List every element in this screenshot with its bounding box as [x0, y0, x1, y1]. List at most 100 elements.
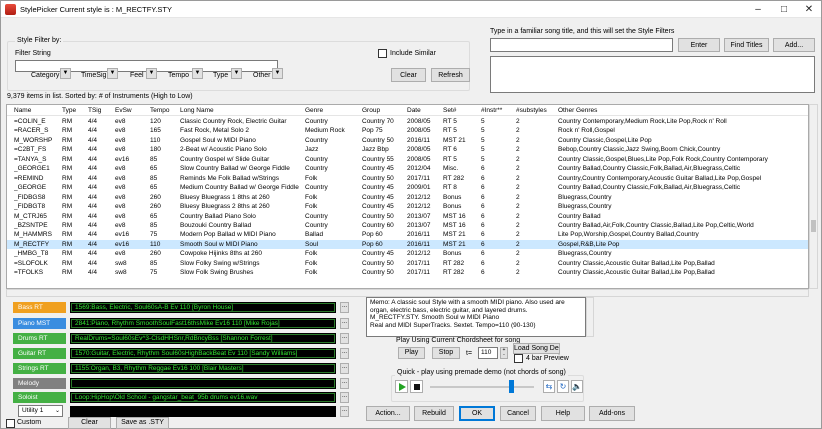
ok-button[interactable]: OK [459, 406, 495, 421]
tempo-dropdown[interactable]: ▼ [192, 68, 203, 79]
vertical-scroll-thumb[interactable] [811, 220, 816, 232]
cancel-button[interactable]: Cancel [500, 406, 536, 421]
col-long-name[interactable]: Long Name [180, 107, 214, 114]
table-row[interactable]: _BZSNTPE RM 4/4 ev8 85 Bouzouki Country Balla… [7, 221, 808, 230]
track-more-button[interactable]: ... [340, 318, 349, 329]
table-row[interactable]: _HMBG_T8 RM 4/4 ev8 260 Cowpoke Hijinks 8ths … [7, 249, 808, 258]
col-other-genres[interactable]: Other Genres [558, 107, 597, 114]
track-more-button[interactable]: ... [340, 392, 349, 403]
table-row[interactable]: =TFOLKS RM 4/4 sw8 75 Slow Folk Swing Brushes… [7, 268, 808, 277]
restart-icon[interactable]: ↻ [557, 380, 569, 393]
track-name[interactable]: Soloist [13, 392, 66, 403]
memo-scrollbar[interactable] [586, 297, 594, 337]
minimize-icon[interactable]: – [745, 1, 771, 18]
filter-clear-button[interactable]: Clear [391, 68, 426, 82]
table-horizontal-scrollbar[interactable] [6, 289, 809, 297]
save-as-sty-button[interactable]: Save as .STY [116, 417, 169, 429]
col-substyles[interactable]: #substyles [516, 107, 547, 114]
table-row[interactable]: _FIDBGT8 RM 4/4 ev8 260 Bluesy Bluegrass 2 8t… [7, 202, 808, 211]
table-row[interactable]: _GEORGE1 RM 4/4 ev8 65 Slow Country Ballad w/… [7, 164, 808, 173]
tempo-input[interactable]: 110 [478, 347, 498, 359]
col-evsw[interactable]: EvSw [115, 107, 132, 114]
col-instr[interactable]: #Instr** [481, 107, 502, 114]
enter-button[interactable]: Enter [678, 38, 720, 52]
four-bar-preview-checkbox[interactable] [514, 354, 523, 363]
col-group[interactable]: Group [362, 107, 380, 114]
table-header: Name Type TSig EvSw Tempo Long Name Genr… [7, 105, 808, 116]
track-more-button[interactable]: ... [340, 363, 349, 374]
play-button[interactable]: Play [398, 347, 425, 359]
table-row[interactable]: =SLOFOLK RM 4/4 sw8 85 Slow Folky Swing w/Str… [7, 259, 808, 268]
action-button[interactable]: Action... [366, 406, 410, 421]
col-tempo[interactable]: Tempo [150, 107, 170, 114]
track-name[interactable]: Drums RT [13, 333, 66, 344]
track-assignment[interactable]: 1569:Bass, Electric, Soul60sA-B Ev 110 [… [70, 302, 336, 313]
quick-play-icon[interactable] [395, 380, 408, 393]
col-name[interactable]: Name [14, 107, 31, 114]
track-assignment[interactable]: 1155:Organ, B3, Rhythm Reggae Ev16 100 [… [70, 363, 336, 374]
tempo-spinner[interactable]: + - [500, 347, 508, 359]
custom-checkbox[interactable] [6, 419, 15, 428]
table-row[interactable]: _GEORGE RM 4/4 ev8 65 Medium Country Ballad w… [7, 183, 808, 192]
utility-more-button[interactable]: ... [340, 406, 349, 417]
include-similar-checkbox[interactable] [378, 49, 387, 58]
table-row[interactable]: M_RECTFY RM 4/4 ev16 110 Smooth Soul w MIDI P… [7, 239, 808, 249]
cell-type: RM [62, 155, 73, 163]
track-assignment[interactable]: 2841:Piano, Rhythm SmoothSoulFast16thsMi… [70, 318, 336, 329]
find-titles-button[interactable]: Find Titles [724, 38, 769, 52]
table-row[interactable]: =C2BT_FS RM 4/4 ev8 180 2-Beat w/ Acoustic Pi… [7, 145, 808, 154]
track-name[interactable]: Melody [13, 378, 66, 389]
styles-table[interactable]: Name Type TSig EvSw Tempo Long Name Genr… [6, 104, 809, 289]
maximize-icon[interactable]: □ [771, 1, 797, 18]
add-button[interactable]: Add... [773, 38, 815, 52]
table-row[interactable]: M_HAMMRS RM 4/4 ev16 75 Modern Pop Ballad w M… [7, 230, 808, 239]
tracks-clear-button[interactable]: Clear [68, 417, 111, 429]
col-genre[interactable]: Genre [305, 107, 323, 114]
help-button[interactable]: Help [541, 406, 585, 421]
quick-stop-icon[interactable] [410, 380, 423, 393]
track-more-button[interactable]: ... [340, 333, 349, 344]
table-row[interactable]: _FIDBGS8 RM 4/4 ev8 260 Bluesy Bluegrass 1 8t… [7, 193, 808, 202]
table-vertical-scrollbar[interactable] [809, 104, 818, 289]
table-row[interactable]: =REMIND RM 4/4 ev8 85 Reminds Me Folk Ballad … [7, 174, 808, 183]
filter-refresh-button[interactable]: Refresh [431, 68, 470, 82]
loop-icon[interactable]: ⇆ [543, 380, 555, 393]
song-title-input[interactable] [490, 38, 673, 52]
quick-progress-thumb[interactable] [509, 380, 514, 393]
track-assignment[interactable]: Loop:HipHop\Old School - gangstar_beat_9… [70, 392, 336, 403]
add-ons-button[interactable]: Add-ons [589, 406, 635, 421]
track-name[interactable]: Strings RT [13, 363, 66, 374]
track-name[interactable]: Piano MST [13, 318, 66, 329]
track-assignment[interactable]: RealDrums=Soul60sEv^3-ClsdHHSnr,RdBncyBs… [70, 333, 336, 344]
stop-button[interactable]: Stop [432, 347, 460, 359]
song-results-list[interactable] [490, 56, 815, 93]
timesig-dropdown[interactable]: ▼ [107, 68, 118, 79]
rebuild-button[interactable]: Rebuild [414, 406, 454, 421]
utility-select[interactable]: Utility 1 ⌄ [18, 405, 63, 417]
table-row[interactable]: =TANYA_S RM 4/4 ev16 85 Country Gospel w/ Sli… [7, 155, 808, 164]
speaker-icon[interactable]: 🔈 [571, 380, 583, 393]
table-row[interactable]: =RACER_S RM 4/4 ev8 165 Fast Rock, Metal Solo… [7, 126, 808, 135]
table-row[interactable]: =COLIN_E RM 4/4 ev8 120 Classic Country Rock,… [7, 117, 808, 126]
table-row[interactable]: M_WORSHP RM 4/4 ev8 110 Gospel Soul w MIDI Pi… [7, 136, 808, 145]
utility-bar[interactable] [70, 406, 336, 417]
type-dropdown[interactable]: ▼ [231, 68, 242, 79]
track-assignment[interactable] [70, 378, 336, 389]
feel-dropdown[interactable]: ▼ [146, 68, 157, 79]
track-more-button[interactable]: ... [340, 302, 349, 313]
quick-progress-track[interactable] [430, 386, 534, 388]
col-tsig[interactable]: TSig [88, 107, 101, 114]
track-more-button[interactable]: ... [340, 378, 349, 389]
table-row[interactable]: M_CTRJ65 RM 4/4 ev8 65 Country Ballad Piano S… [7, 212, 808, 221]
track-assignment[interactable]: 1570:Guitar, Electric, Rhythm Soul60sHig… [70, 348, 336, 359]
col-type[interactable]: Type [62, 107, 76, 114]
col-date[interactable]: Date [407, 107, 421, 114]
track-name[interactable]: Bass RT [13, 302, 66, 313]
other-dropdown[interactable]: ▼ [272, 68, 283, 79]
category-dropdown[interactable]: ▼ [60, 68, 71, 79]
col-set[interactable]: Set# [443, 107, 456, 114]
track-name[interactable]: Guitar RT [13, 348, 66, 359]
track-more-button[interactable]: ... [340, 348, 349, 359]
close-icon[interactable]: ✕ [796, 1, 822, 18]
load-song-demo-button[interactable]: Load Song Demo [513, 343, 560, 354]
